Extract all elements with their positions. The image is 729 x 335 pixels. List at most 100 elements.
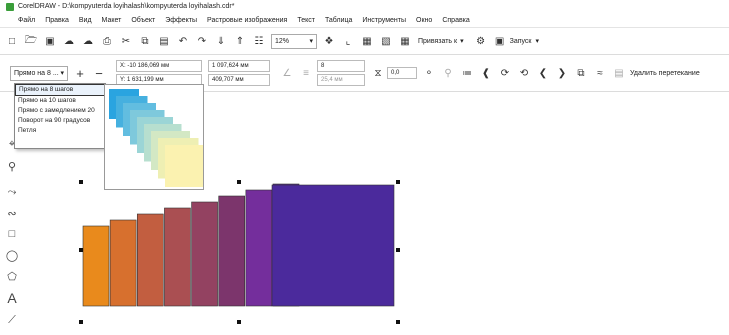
x-position-field[interactable]: X: -10 186,069 мм: [116, 60, 202, 72]
blend-step-spacing: 8 25,4 мм: [317, 60, 365, 86]
dimension-tool-icon[interactable]: ⟋: [4, 312, 20, 328]
blend-step[interactable]: [109, 219, 137, 307]
preset-option[interactable]: Петля: [15, 126, 105, 136]
blend-step[interactable]: [164, 207, 191, 307]
preset-option[interactable]: Прямо на 10 шагов: [15, 96, 105, 106]
blend-direction-icon[interactable]: ⧖: [371, 66, 385, 80]
standard-toolbar: □ 🗁 ▣ ☁ ☁ ⎙ ✂ ⧉ ▤ ↶ ↷ ⇓ ⇑ ☷ 12% ▾ ❖ ⌞ ▦ …: [0, 28, 729, 55]
height-field[interactable]: 409,707 мм: [208, 74, 270, 86]
rectangle-tool-icon[interactable]: □: [4, 226, 20, 242]
redo-icon[interactable]: ↷: [195, 34, 209, 48]
more-blend-options-icon[interactable]: ❯: [555, 66, 569, 80]
blend-step[interactable]: [136, 213, 164, 307]
menu-layout[interactable]: Макет: [102, 17, 122, 24]
blend-preset-value: Прямо на 8 ...: [14, 69, 59, 77]
selection-handle[interactable]: [79, 248, 83, 252]
full-screen-icon[interactable]: ❖: [322, 34, 336, 48]
coreldraw-app-icon: [6, 2, 14, 11]
loop-blend-icon[interactable]: ⚬: [422, 66, 436, 80]
blend-end-object[interactable]: [271, 184, 395, 307]
direct-blend-icon[interactable]: ❰: [479, 66, 493, 80]
open-folder-icon[interactable]: 🗁: [24, 34, 38, 48]
menu-table[interactable]: Таблица: [325, 17, 352, 24]
zoom-value: 12%: [275, 37, 290, 45]
snap-to-label[interactable]: Привязать к: [418, 38, 457, 45]
selection-handle[interactable]: [396, 180, 400, 184]
selection-handle[interactable]: [237, 320, 241, 324]
menu-object[interactable]: Объект: [131, 17, 155, 24]
counterclockwise-blend-icon[interactable]: ⟲: [517, 66, 531, 80]
blend-offset-field[interactable]: 25,4 мм: [317, 74, 365, 86]
selection-handle[interactable]: [396, 320, 400, 324]
chevron-down-icon[interactable]: ▾: [536, 37, 540, 45]
chevron-down-icon[interactable]: ▾: [460, 37, 464, 45]
paste-icon[interactable]: ▤: [157, 34, 171, 48]
blend-direction-field[interactable]: 0,0: [387, 67, 417, 79]
add-preset-icon[interactable]: +: [73, 66, 87, 81]
freehand-tool-icon[interactable]: ⤳: [4, 184, 20, 200]
preset-option[interactable]: Поворот на 90 градусов: [15, 116, 105, 126]
blend-preset-select[interactable]: Прямо на 8 ... ▾: [10, 65, 68, 81]
blend-preview-graphic: [109, 89, 203, 187]
copy-icon[interactable]: ⧉: [138, 34, 152, 48]
import-icon[interactable]: ⇓: [214, 34, 228, 48]
menu-bitmaps[interactable]: Растровые изображения: [207, 17, 287, 24]
start-end-props-icon[interactable]: ❮: [536, 66, 550, 80]
menu-effects[interactable]: Эффекты: [165, 17, 197, 24]
window-title: CorelDRAW - D:\kompyuterda loyihalash\ko…: [18, 3, 235, 10]
menu-view[interactable]: Вид: [79, 17, 92, 24]
undo-icon[interactable]: ↶: [176, 34, 190, 48]
object-color-accel-icon[interactable]: ≔: [460, 66, 474, 80]
save-icon[interactable]: ▣: [43, 34, 57, 48]
path-properties-icon[interactable]: ⚲: [441, 66, 455, 80]
menu-tools[interactable]: Инструменты: [362, 17, 406, 24]
show-guides-icon[interactable]: ▧: [379, 34, 393, 48]
show-grid-icon[interactable]: ▦: [360, 34, 374, 48]
export-icon[interactable]: ⇑: [233, 34, 247, 48]
clockwise-blend-icon[interactable]: ⟳: [498, 66, 512, 80]
launch-icon[interactable]: ▣: [493, 34, 507, 48]
blend-step[interactable]: [218, 195, 246, 307]
show-rulers-icon[interactable]: ⌞: [341, 34, 355, 48]
selection-handle[interactable]: [237, 180, 241, 184]
delete-blend-button[interactable]: Удалить перетекание: [630, 70, 700, 77]
ellipse-tool-icon[interactable]: ◯: [4, 247, 20, 263]
menu-text[interactable]: Текст: [297, 17, 315, 24]
blend-step[interactable]: [191, 201, 218, 307]
cut-icon[interactable]: ✂: [119, 34, 133, 48]
options-gear-icon[interactable]: ⚙: [474, 34, 488, 48]
selection-handle[interactable]: [79, 180, 83, 184]
blend-step[interactable]: [245, 189, 273, 307]
selection-handle[interactable]: [79, 320, 83, 324]
remove-preset-icon[interactable]: −: [92, 66, 106, 81]
new-document-icon[interactable]: □: [5, 34, 19, 48]
artistic-media-tool-icon[interactable]: ∾: [4, 205, 20, 221]
print-icon[interactable]: ⎙: [100, 34, 114, 48]
menu-edit[interactable]: Правка: [45, 17, 69, 24]
preset-option[interactable]: Прямо с замедлением 20: [15, 106, 105, 116]
angle-icon: ∠: [282, 67, 292, 79]
menu-file[interactable]: Файл: [18, 17, 35, 24]
zoom-tool-icon[interactable]: ⚲: [4, 158, 20, 174]
preset-option[interactable]: Прямо на 8 шагов: [15, 84, 105, 96]
polygon-tool-icon[interactable]: ⬠: [4, 268, 20, 284]
export-pdf-icon[interactable]: ☷: [252, 34, 266, 48]
object-size: 1 097,624 мм 409,707 мм: [208, 60, 270, 86]
width-field[interactable]: 1 097,624 мм: [208, 60, 270, 72]
blend-spacing-icon[interactable]: ≈: [593, 66, 607, 80]
snap-icon[interactable]: ▦: [398, 34, 412, 48]
menu-window[interactable]: Окно: [416, 17, 432, 24]
preview-step: [165, 145, 203, 187]
copy-blend-icon[interactable]: ⧉: [574, 66, 588, 80]
text-tool-icon[interactable]: A: [4, 290, 20, 306]
zoom-select[interactable]: 12% ▾: [271, 33, 317, 49]
blend-steps-field[interactable]: 8: [317, 60, 365, 72]
menu-help[interactable]: Справка: [442, 17, 469, 24]
blend-step[interactable]: [82, 225, 110, 307]
cloud-upload-icon[interactable]: ☁: [81, 34, 95, 48]
selection-handle[interactable]: [396, 248, 400, 252]
clear-blend-icon[interactable]: ▤: [612, 66, 626, 80]
cloud-icon[interactable]: ☁: [62, 34, 76, 48]
blend-steps-icon: ≡: [303, 67, 309, 79]
launch-label[interactable]: Запуск: [510, 38, 532, 45]
